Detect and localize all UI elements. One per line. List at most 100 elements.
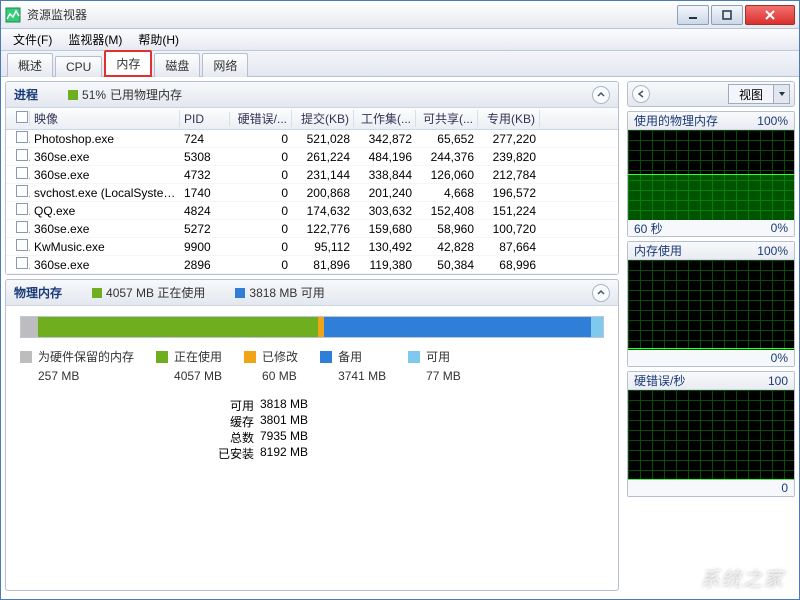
cell-pv: 212,784	[478, 168, 540, 182]
physical-memory-header[interactable]: 物理内存 4057 MB 正在使用 3818 MB 可用	[6, 280, 618, 306]
menu-file[interactable]: 文件(F)	[5, 29, 60, 50]
cell-image: QQ.exe	[30, 204, 180, 218]
table-row[interactable]: 360se.exe2896081,896119,38050,38468,996	[6, 256, 618, 274]
cell-hf: 0	[230, 204, 292, 218]
legend-standby-label: 备用	[338, 348, 362, 365]
processes-table: 映像 PID 硬错误/... 提交(KB) 工作集(... 可共享(... 专用…	[6, 108, 618, 274]
row-checkbox[interactable]	[16, 221, 28, 233]
col-image[interactable]: 映像	[30, 110, 180, 127]
stat-available-label: 可用	[210, 397, 260, 413]
chart-title: 内存使用	[634, 242, 682, 259]
chart-canvas	[628, 390, 794, 480]
cell-pv: 239,820	[478, 150, 540, 164]
chart-1: 内存使用100%0%	[627, 241, 795, 367]
col-commit[interactable]: 提交(KB)	[292, 110, 354, 127]
cell-commit: 200,868	[292, 186, 354, 200]
stat-cached-value: 3801 MB	[260, 413, 340, 429]
cell-commit: 174,632	[292, 204, 354, 218]
cell-pid: 9900	[180, 240, 230, 254]
tab-overview[interactable]: 概述	[7, 53, 53, 77]
menubar: 文件(F) 监视器(M) 帮助(H)	[1, 29, 799, 51]
cell-image: 360se.exe	[30, 150, 180, 164]
table-row[interactable]: 360se.exe47320231,144338,844126,060212,7…	[6, 166, 618, 184]
menu-help[interactable]: 帮助(H)	[130, 29, 187, 50]
cell-ws: 201,240	[354, 186, 416, 200]
row-checkbox[interactable]	[16, 203, 28, 215]
memory-stats: 可用3818 MB 缓存3801 MB 总数7935 MB 已安装8192 MB	[210, 397, 604, 461]
usage-swatch	[68, 90, 78, 100]
chart-max: 100%	[757, 114, 788, 128]
table-header: 映像 PID 硬错误/... 提交(KB) 工作集(... 可共享(... 专用…	[6, 108, 618, 130]
tabbar: 概述 CPU 内存 磁盘 网络	[1, 51, 799, 77]
memory-legend: 为硬件保留的内存257 MB 正在使用4057 MB 已修改60 MB 备用37…	[20, 348, 604, 383]
maximize-button[interactable]	[711, 5, 743, 25]
table-row[interactable]: QQ.exe48240174,632303,632152,408151,224	[6, 202, 618, 220]
cell-commit: 122,776	[292, 222, 354, 236]
menu-monitor[interactable]: 监视器(M)	[60, 29, 130, 50]
tab-network[interactable]: 网络	[202, 53, 248, 77]
stat-cached-label: 缓存	[210, 413, 260, 429]
cell-ws: 338,844	[354, 168, 416, 182]
row-checkbox[interactable]	[16, 239, 28, 251]
row-checkbox[interactable]	[16, 185, 28, 197]
processes-header[interactable]: 进程 51% 已用物理内存	[6, 82, 618, 108]
bar-inuse	[38, 317, 317, 337]
cell-sh: 65,652	[416, 132, 478, 146]
chart-title: 硬错误/秒	[634, 372, 685, 389]
table-row[interactable]: 360se.exe52720122,776159,68058,960100,72…	[6, 220, 618, 238]
col-shareable[interactable]: 可共享(...	[416, 110, 478, 127]
tab-disk[interactable]: 磁盘	[154, 53, 200, 77]
cell-image: KwMusic.exe	[30, 240, 180, 254]
usage-pct: 51%	[82, 88, 106, 102]
row-checkbox[interactable]	[16, 149, 28, 161]
row-checkbox[interactable]	[16, 257, 28, 269]
collapse-button-2[interactable]	[592, 284, 610, 302]
col-private[interactable]: 专用(KB)	[478, 110, 540, 127]
inuse-hdr: 4057 MB 正在使用	[106, 284, 205, 301]
legend-standby-value: 3741 MB	[338, 369, 386, 383]
charts-nav-button[interactable]	[632, 85, 650, 103]
cell-hf: 0	[230, 168, 292, 182]
legend-inuse-value: 4057 MB	[174, 369, 222, 383]
col-pid[interactable]: PID	[180, 112, 230, 126]
close-button[interactable]	[745, 5, 795, 25]
cell-ws: 342,872	[354, 132, 416, 146]
cell-sh: 152,408	[416, 204, 478, 218]
table-row[interactable]: 360se.exe53080261,224484,196244,376239,8…	[6, 148, 618, 166]
chart-max: 100	[768, 374, 788, 388]
cell-hf: 0	[230, 132, 292, 146]
chart-footer-right: 0	[781, 481, 788, 495]
cell-pv: 196,572	[478, 186, 540, 200]
view-dropdown[interactable]: 视图	[728, 84, 790, 104]
avail-hdr: 3818 MB 可用	[249, 284, 324, 301]
cell-pid: 4732	[180, 168, 230, 182]
table-row[interactable]: svchost.exe (LocalSystemN...17400200,868…	[6, 184, 618, 202]
select-all-checkbox[interactable]	[16, 111, 28, 123]
physical-title: 物理内存	[14, 284, 62, 301]
col-workingset[interactable]: 工作集(...	[354, 110, 416, 127]
cell-ws: 159,680	[354, 222, 416, 236]
chart-title: 使用的物理内存	[634, 112, 718, 129]
chart-footer-left: 60 秒	[634, 220, 663, 237]
stat-total-label: 总数	[210, 429, 260, 445]
tab-cpu[interactable]: CPU	[55, 56, 102, 77]
row-checkbox[interactable]	[16, 167, 28, 179]
swatch-modified	[244, 351, 256, 363]
cell-hf: 0	[230, 240, 292, 254]
cell-ws: 303,632	[354, 204, 416, 218]
col-hardfaults[interactable]: 硬错误/...	[230, 110, 292, 127]
row-checkbox[interactable]	[16, 131, 28, 143]
bar-standby	[324, 317, 592, 337]
tab-memory[interactable]: 内存	[104, 50, 152, 77]
memory-bar	[20, 316, 604, 338]
chart-canvas	[628, 130, 794, 220]
cell-sh: 42,828	[416, 240, 478, 254]
table-row[interactable]: Photoshop.exe7240521,028342,87265,652277…	[6, 130, 618, 148]
window-title: 资源监视器	[27, 6, 675, 23]
table-row[interactable]: KwMusic.exe9900095,112130,49242,82887,66…	[6, 238, 618, 256]
cell-hf: 0	[230, 150, 292, 164]
collapse-button[interactable]	[592, 86, 610, 104]
legend-modified-value: 60 MB	[262, 369, 297, 383]
titlebar[interactable]: 资源监视器	[1, 1, 799, 29]
minimize-button[interactable]	[677, 5, 709, 25]
